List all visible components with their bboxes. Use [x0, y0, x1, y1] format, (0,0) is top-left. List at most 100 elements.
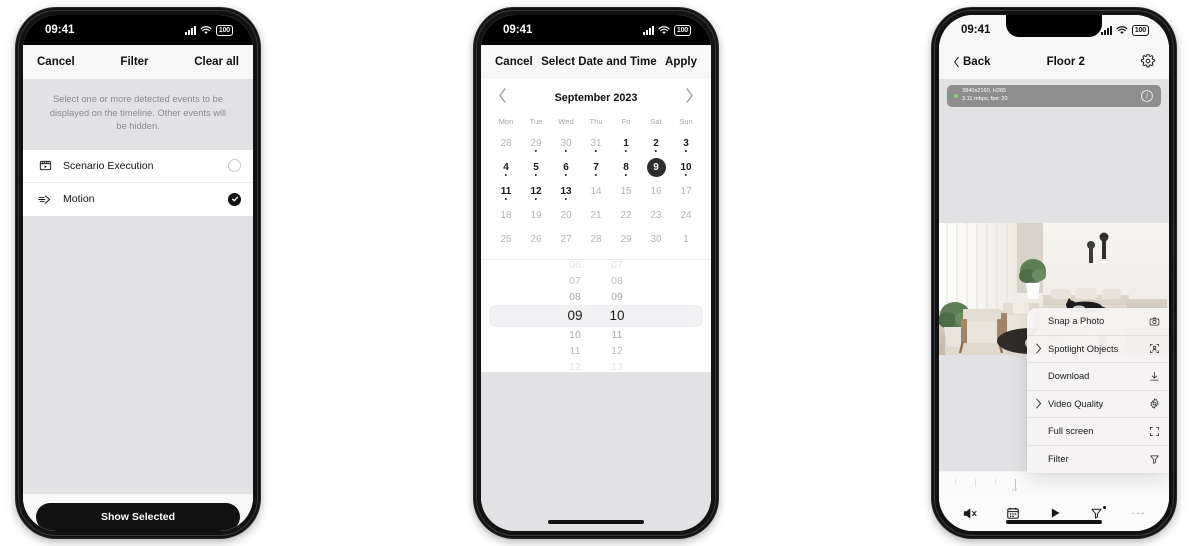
filter-option-motion[interactable]: Motion: [23, 182, 253, 216]
timeline-strip[interactable]: 13: [939, 471, 1169, 495]
time-picker-minute-value[interactable]: 13: [611, 359, 623, 375]
calendar-day-21[interactable]: 21: [581, 203, 611, 227]
calendar-day-24[interactable]: 24: [671, 203, 701, 227]
camera-navbar: Back Floor 2: [939, 45, 1169, 79]
more-options-button[interactable]: [1131, 511, 1145, 516]
context-menu[interactable]: Snap a Photo Spotlight Objects Download Vid…: [1027, 308, 1169, 473]
clear-all-button[interactable]: Clear all: [194, 56, 239, 68]
time-picker-hour-value[interactable]: 11: [570, 343, 581, 359]
calendar-day-27[interactable]: 27: [551, 227, 581, 251]
calendar-day-22[interactable]: 22: [611, 203, 641, 227]
calendar-button[interactable]: [1006, 506, 1020, 520]
filter-option-checkbox-checked[interactable]: [228, 192, 241, 206]
calendar-day-2[interactable]: 2: [641, 131, 671, 155]
calendar-day-8[interactable]: 8: [611, 155, 641, 179]
calendar-header: September 2023: [491, 85, 701, 117]
calendar-day-number: 13: [560, 185, 572, 197]
calendar-day-30[interactable]: 30: [551, 131, 581, 155]
play-button[interactable]: [1048, 506, 1062, 520]
time-picker-minute-value[interactable]: 11: [612, 327, 623, 343]
time-picker-minute-value[interactable]: 10: [609, 305, 624, 327]
info-circle-icon[interactable]: i: [1141, 90, 1153, 102]
filter-option-checkbox-unchecked[interactable]: [228, 159, 241, 172]
calendar-day-9[interactable]: 9: [641, 155, 671, 179]
time-picker-hour-value[interactable]: 06: [569, 257, 581, 273]
calendar-day-16[interactable]: 16: [641, 179, 671, 203]
calendar-day-number: 11: [500, 185, 512, 197]
cancel-button[interactable]: Cancel: [495, 56, 533, 68]
back-button[interactable]: Back: [953, 56, 991, 68]
calendar-day-3[interactable]: 3: [671, 131, 701, 155]
context-menu-item-label: Spotlight Objects: [1048, 343, 1119, 354]
calendar-day-11[interactable]: 11: [491, 179, 521, 203]
phone-3-camera-screen: 09:41 100 Back Floor 2 3840x2160, H265 3…: [932, 8, 1176, 538]
fullscreen-icon: [1147, 426, 1160, 437]
calendar-day-14[interactable]: 14: [581, 179, 611, 203]
calendar-day-23[interactable]: 23: [641, 203, 671, 227]
time-picker-hour-value[interactable]: 09: [567, 305, 582, 327]
status-bar-time: 09:41: [961, 24, 991, 36]
show-selected-button[interactable]: Show Selected: [36, 503, 240, 531]
calendar-day-number: 19: [530, 209, 542, 221]
time-picker[interactable]: 06 07 08 09 10 11 12 07 08 09 10 11 12 13: [481, 257, 711, 375]
prev-month-button[interactable]: [497, 87, 508, 109]
time-picker-hour-value[interactable]: 07: [569, 273, 581, 289]
calendar-event-dot: [564, 173, 568, 176]
battery-indicator: 100: [215, 24, 233, 36]
calendar-day-30[interactable]: 30: [641, 227, 671, 251]
calendar-day-26[interactable]: 26: [521, 227, 551, 251]
calendar-day-1[interactable]: 1: [671, 227, 701, 251]
time-picker-minute-value[interactable]: 08: [611, 273, 623, 289]
calendar-day-7[interactable]: 7: [581, 155, 611, 179]
time-picker-hour-value[interactable]: 10: [569, 327, 581, 343]
calendar-day-19[interactable]: 19: [521, 203, 551, 227]
next-month-button[interactable]: [684, 87, 695, 109]
calendar-day-number: 27: [560, 233, 572, 245]
calendar-weekday-row: Mon Tue Wed Thu Fri Sat Sun: [491, 117, 701, 131]
context-menu-item-video-quality[interactable]: Video Quality: [1027, 391, 1169, 418]
context-menu-item-full-screen[interactable]: Full screen: [1027, 418, 1169, 446]
filter-button[interactable]: [1090, 505, 1106, 520]
time-picker-minute-value[interactable]: 09: [611, 289, 623, 305]
filter-option-label: Scenario Execution: [63, 159, 154, 172]
calendar-day-number: 1: [683, 233, 689, 245]
cancel-button[interactable]: Cancel: [37, 56, 75, 68]
calendar-day-28[interactable]: 28: [491, 131, 521, 155]
time-picker-minute-value[interactable]: 12: [611, 343, 623, 359]
calendar-day-20[interactable]: 20: [551, 203, 581, 227]
calendar-day-18[interactable]: 18: [491, 203, 521, 227]
calendar-day-29[interactable]: 29: [611, 227, 641, 251]
time-picker-minute-value[interactable]: 07: [611, 257, 623, 273]
calendar-day-17[interactable]: 17: [671, 179, 701, 203]
time-picker-hour-value[interactable]: 12: [569, 359, 581, 375]
context-menu-item-label: Download: [1048, 371, 1090, 382]
calendar-event-dot: [684, 149, 688, 152]
calendar-day-31[interactable]: 31: [581, 131, 611, 155]
calendar-day-10[interactable]: 10: [671, 155, 701, 179]
calendar-day-number: 12: [530, 185, 542, 197]
calendar-day-4[interactable]: 4: [491, 155, 521, 179]
context-menu-item-spotlight-objects[interactable]: Spotlight Objects: [1027, 336, 1169, 363]
calendar-day-number: 16: [650, 185, 662, 197]
stream-status-dot-icon: [954, 94, 958, 98]
calendar-day-15[interactable]: 15: [611, 179, 641, 203]
apply-button[interactable]: Apply: [665, 56, 697, 68]
context-menu-item-snap-a-photo[interactable]: Snap a Photo: [1027, 308, 1169, 336]
filter-option-scenario-execution[interactable]: Scenario Execution: [23, 149, 253, 183]
calendar-day-13[interactable]: 13: [551, 179, 581, 203]
time-picker-hour-value[interactable]: 08: [569, 289, 581, 305]
mute-button[interactable]: [963, 507, 978, 520]
calendar-weekday-fri: Fri: [621, 117, 631, 126]
calendar-day-29[interactable]: 29: [521, 131, 551, 155]
calendar-day-5[interactable]: 5: [521, 155, 551, 179]
calendar-day-12[interactable]: 12: [521, 179, 551, 203]
context-menu-item-download[interactable]: Download: [1027, 363, 1169, 391]
time-picker-hours-column[interactable]: 06 07 08 09 10 11 12: [554, 257, 596, 375]
calendar-day-28[interactable]: 28: [581, 227, 611, 251]
settings-button[interactable]: [1141, 53, 1155, 71]
context-menu-item-filter[interactable]: Filter: [1027, 446, 1169, 474]
calendar-day-25[interactable]: 25: [491, 227, 521, 251]
calendar-day-6[interactable]: 6: [551, 155, 581, 179]
time-picker-minutes-column[interactable]: 07 08 09 10 11 12 13: [596, 257, 638, 375]
calendar-day-1[interactable]: 1: [611, 131, 641, 155]
